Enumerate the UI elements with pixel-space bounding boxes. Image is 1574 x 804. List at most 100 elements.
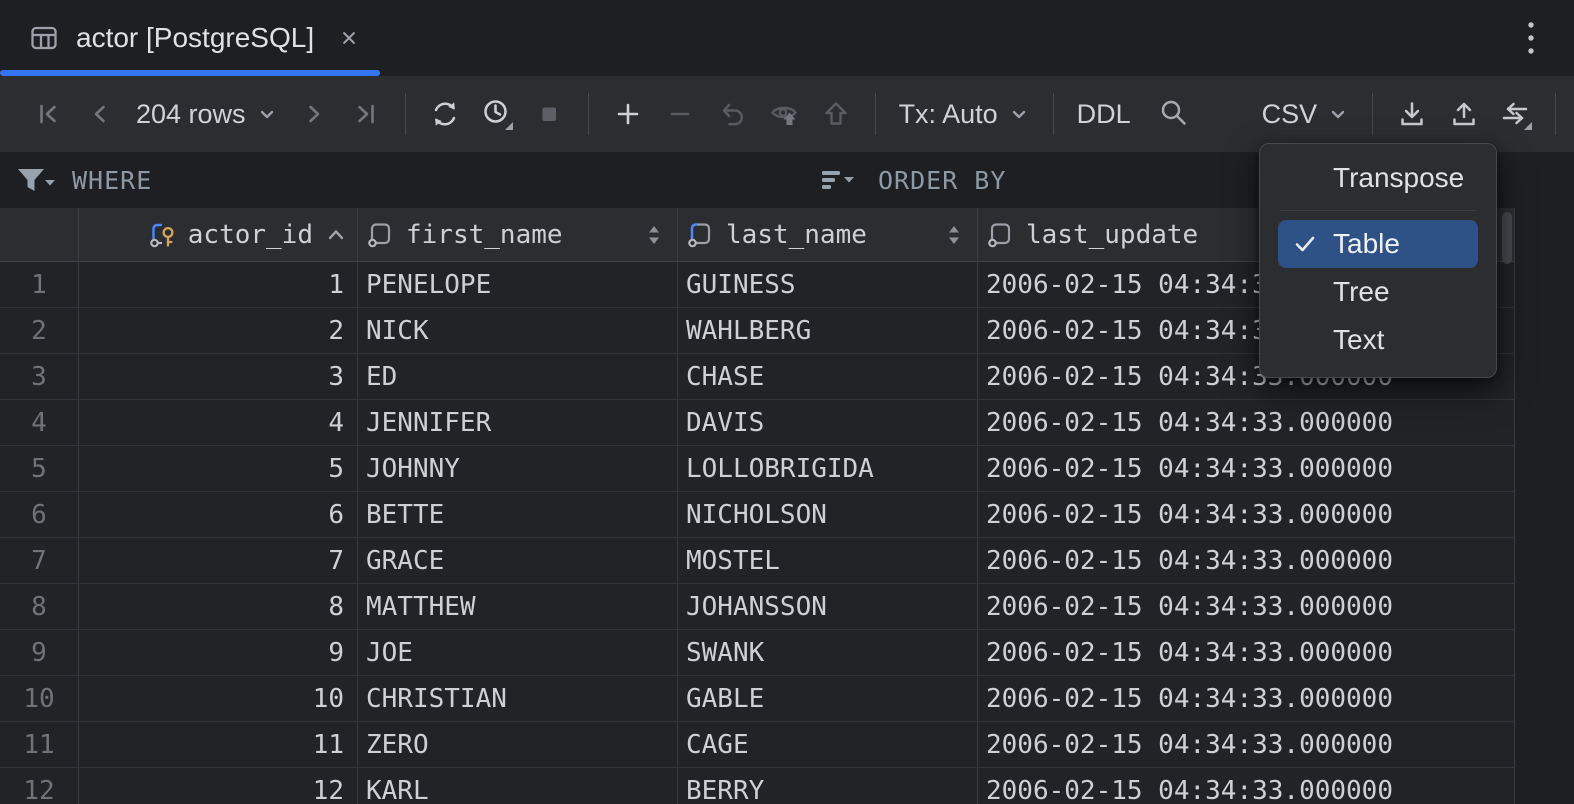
cell-last-update[interactable]: 2006-02-15 04:34:33.000000 [978,584,1515,629]
row-number-cell[interactable]: 10 [0,676,79,721]
cell-last-name[interactable]: LOLLOBRIGIDA [678,446,978,491]
arrow-up-outline-icon[interactable] [819,97,853,131]
cell-last-name[interactable]: DAVIS [678,400,978,445]
sort-both-icon[interactable] [643,222,669,248]
column-header-first-name[interactable]: first_name [358,208,678,261]
cell-last-update[interactable]: 2006-02-15 04:34:33.000000 [978,446,1515,491]
cell-first-name[interactable]: ZERO [358,722,678,767]
tx-mode-selector[interactable]: Tx: Auto [899,99,1030,130]
cell-first-name[interactable]: JOE [358,630,678,675]
cell-first-name[interactable]: CHRISTIAN [358,676,678,721]
cell-actor-id[interactable]: 7 [79,538,358,583]
minus-icon[interactable] [663,97,697,131]
first-page-icon[interactable] [31,97,65,131]
plus-icon[interactable] [611,97,645,131]
cell-last-name[interactable]: SWANK [678,630,978,675]
menu-item-tree[interactable]: Tree [1278,268,1478,316]
cell-last-name[interactable]: GUINESS [678,262,978,307]
cell-last-name[interactable]: GABLE [678,676,978,721]
cell-last-name[interactable]: CAGE [678,722,978,767]
chevron-left-icon[interactable] [83,97,117,131]
cell-first-name[interactable]: MATTHEW [358,584,678,629]
cell-first-name[interactable]: PENELOPE [358,262,678,307]
cell-last-update[interactable]: 2006-02-15 04:34:33.000000 [978,676,1515,721]
chevron-right-icon[interactable] [297,97,331,131]
cell-first-name[interactable]: ED [358,354,678,399]
row-number-cell[interactable]: 6 [0,492,79,537]
row-number-cell[interactable]: 11 [0,722,79,767]
column-header-last-name[interactable]: last_name [678,208,978,261]
close-icon[interactable] [336,25,362,51]
cell-last-name[interactable]: MOSTEL [678,538,978,583]
cell-last-name[interactable]: WAHLBERG [678,308,978,353]
cell-actor-id[interactable]: 2 [79,308,358,353]
row-number-cell[interactable]: 4 [0,400,79,445]
row-number-cell[interactable]: 12 [0,768,79,804]
page-size-selector[interactable]: 204 rows [136,99,278,130]
undo-icon[interactable] [715,97,749,131]
cell-first-name[interactable]: BETTE [358,492,678,537]
toolbar-separator [874,93,876,135]
search-icon[interactable] [1157,97,1191,131]
cell-first-name[interactable]: GRACE [358,538,678,583]
row-number-cell[interactable]: 9 [0,630,79,675]
menu-item-label: Table [1333,228,1400,259]
cell-actor-id[interactable]: 1 [79,262,358,307]
cell-actor-id[interactable]: 3 [79,354,358,399]
menu-item-transpose[interactable]: Transpose [1278,154,1478,202]
menu-item-text[interactable]: Text [1278,316,1478,364]
clock-icon[interactable] [480,97,514,131]
cell-last-name[interactable]: BERRY [678,768,978,804]
funnel-icon[interactable] [14,164,58,196]
cell-last-update[interactable]: 2006-02-15 04:34:33.000000 [978,630,1515,675]
cell-first-name[interactable]: JOHNNY [358,446,678,491]
cell-last-update[interactable]: 2006-02-15 04:34:33.000000 [978,492,1515,537]
tab-actor-postgresql[interactable]: actor [PostgreSQL] [0,0,388,76]
cell-last-name[interactable]: NICHOLSON [678,492,978,537]
kebab-menu-icon[interactable] [1514,13,1548,63]
cell-actor-id[interactable]: 8 [79,584,358,629]
order-by-area[interactable]: ORDER BY [818,152,1006,208]
row-number-header[interactable] [0,208,79,261]
sort-both-icon[interactable] [943,222,969,248]
order-by-label[interactable]: ORDER BY [878,166,1006,195]
ddl-button[interactable]: DDL [1077,99,1131,130]
cell-actor-id[interactable]: 9 [79,630,358,675]
refresh-icon[interactable] [428,97,462,131]
cell-actor-id[interactable]: 4 [79,400,358,445]
row-number-cell[interactable]: 8 [0,584,79,629]
cell-first-name[interactable]: KARL [358,768,678,804]
cell-last-name[interactable]: CHASE [678,354,978,399]
cell-actor-id[interactable]: 5 [79,446,358,491]
cell-last-update[interactable]: 2006-02-15 04:34:33.000000 [978,722,1515,767]
menu-item-table[interactable]: Table [1278,220,1478,268]
row-number-cell[interactable]: 3 [0,354,79,399]
cell-actor-id[interactable]: 12 [79,768,358,804]
row-number-cell[interactable]: 5 [0,446,79,491]
row-number-cell[interactable]: 2 [0,308,79,353]
upload-icon[interactable] [1447,97,1481,131]
column-header-actor-id[interactable]: actor_id [79,208,358,261]
cell-first-name[interactable]: NICK [358,308,678,353]
vertical-scrollbar-thumb[interactable] [1502,212,1512,264]
row-number-cell[interactable]: 7 [0,538,79,583]
cell-actor-id[interactable]: 10 [79,676,358,721]
cell-last-name[interactable]: JOHANSSON [678,584,978,629]
compare-arrows-icon[interactable] [1499,97,1533,131]
last-page-icon[interactable] [349,97,383,131]
export-format-selector[interactable]: CSV [1262,99,1350,130]
eye-upload-icon[interactable] [767,97,801,131]
where-label[interactable]: WHERE [72,166,152,195]
cell-first-name[interactable]: JENNIFER [358,400,678,445]
cell-last-update[interactable]: 2006-02-15 04:34:33.000000 [978,768,1515,804]
sort-ascending-icon[interactable] [323,222,349,248]
cell-last-update[interactable]: 2006-02-15 04:34:33.000000 [978,400,1515,445]
sort-lines-icon[interactable] [818,164,862,196]
where-filter-area[interactable]: WHERE [14,152,152,208]
cell-actor-id[interactable]: 6 [79,492,358,537]
stop-icon[interactable] [532,97,566,131]
cell-actor-id[interactable]: 11 [79,722,358,767]
row-number-cell[interactable]: 1 [0,262,79,307]
cell-last-update[interactable]: 2006-02-15 04:34:33.000000 [978,538,1515,583]
download-icon[interactable] [1395,97,1429,131]
